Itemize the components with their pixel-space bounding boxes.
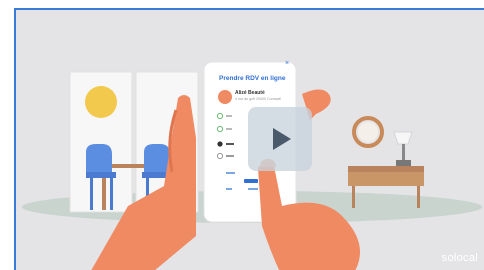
play-icon <box>273 128 291 150</box>
play-button[interactable] <box>248 107 312 171</box>
phone-title: Prendre RDV en ligne <box>219 75 286 82</box>
provider-name: Alizé Beauté <box>235 90 265 96</box>
provider-subtitle: 4 rue du golf 29400 Cornwall <box>235 97 281 101</box>
brand-watermark: solocal <box>441 252 478 264</box>
close-icon: × <box>285 60 290 67</box>
video-player[interactable]: Prendre RDV en ligne × Alizé Beauté 4 ru… <box>14 8 484 270</box>
provider-avatar <box>218 90 232 104</box>
sun-icon <box>85 86 117 118</box>
video-frame: Prendre RDV en ligne × Alizé Beauté 4 ru… <box>0 0 484 270</box>
